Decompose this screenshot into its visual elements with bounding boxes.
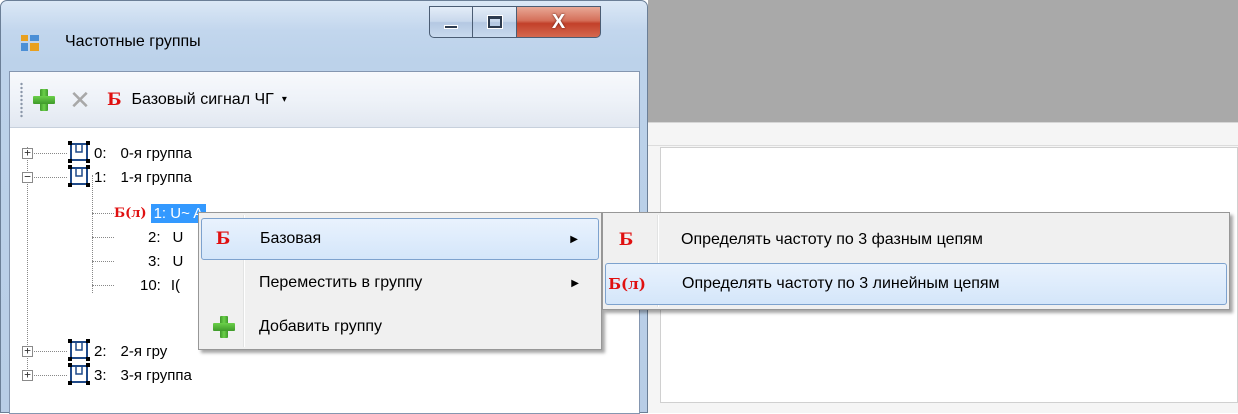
- signal-number: 10:: [140, 276, 161, 294]
- chevron-down-icon: ▾: [281, 94, 287, 105]
- background-divider: [648, 145, 1238, 146]
- group-number: 0:: [94, 144, 107, 162]
- expand-icon[interactable]: +: [22, 345, 33, 357]
- plus-icon: [33, 88, 55, 111]
- plus-icon: [207, 316, 241, 338]
- group-icon: [68, 363, 90, 385]
- base-letter-icon: Б: [215, 229, 231, 249]
- menu-item-base[interactable]: Б Базовая ▶: [201, 218, 599, 260]
- group-icon: [68, 339, 90, 361]
- group-icon: [68, 165, 90, 187]
- tree-node-group[interactable]: 0: 0-я группа: [94, 141, 192, 165]
- window-title: Частотные группы: [65, 33, 201, 50]
- menu-item-label: Определять частоту по 3 линейным цепям: [682, 275, 1000, 292]
- group-label: 2-я гру: [120, 342, 168, 360]
- tree-line: [92, 261, 114, 262]
- caption-buttons: X: [429, 6, 601, 38]
- x-icon: ✕: [69, 84, 91, 115]
- tree-line: [92, 213, 114, 214]
- base-letter-icon: Б: [107, 89, 122, 110]
- group-label: 3-я группа: [120, 366, 192, 384]
- tree-node-group[interactable]: 2: 2-я гру: [94, 339, 167, 363]
- base-linear-icon: Б(л): [114, 205, 147, 221]
- tree-line: [92, 285, 114, 286]
- signal-number: 1:: [153, 204, 167, 222]
- group-number: 3:: [94, 366, 107, 384]
- tree-node-group[interactable]: 3: 3-я группа: [94, 363, 192, 387]
- group-label: 0-я группа: [120, 144, 192, 162]
- add-button[interactable]: [29, 85, 59, 115]
- menu-item-move-to-group[interactable]: Переместить в группу ▶: [201, 262, 599, 304]
- menu-item-label: Переместить в группу: [259, 274, 423, 291]
- tree-node-signal[interactable]: Б(л) 1: U~ A: [114, 201, 207, 225]
- close-button[interactable]: X: [517, 6, 601, 38]
- signal-name: U: [172, 252, 184, 270]
- minimize-button[interactable]: [429, 6, 473, 38]
- collapse-icon[interactable]: −: [22, 171, 33, 183]
- tree-line: [92, 237, 114, 238]
- expand-icon[interactable]: +: [22, 369, 33, 381]
- expand-icon[interactable]: +: [22, 147, 33, 159]
- toolbar: ✕ Б Базовый сигнал ЧГ ▾: [10, 72, 639, 128]
- app-icon: [21, 35, 39, 51]
- signal-name: I(: [170, 276, 181, 294]
- base-letter-icon: Б: [618, 230, 634, 250]
- tree-line: [27, 177, 67, 178]
- tree-node-group[interactable]: 1: 1-я группа: [94, 165, 192, 189]
- tree-node-signal[interactable]: 3: U: [148, 249, 183, 273]
- tree-line: [27, 153, 67, 154]
- group-icon: [68, 141, 90, 163]
- group-label: 1-я группа: [120, 168, 192, 186]
- base-signal-label: Базовый сигнал ЧГ: [131, 90, 274, 108]
- signal-number: 2:: [148, 228, 161, 246]
- tree-node-signal[interactable]: 2: U: [148, 225, 183, 249]
- maximize-icon: [487, 16, 502, 28]
- submenu-arrow-icon: ▶: [570, 233, 578, 245]
- menu-item-label: Базовая: [260, 230, 322, 247]
- menu-item-label: Определять частоту по 3 фазным цепям: [681, 231, 983, 248]
- tree-line: [27, 351, 67, 352]
- minimize-icon: [444, 25, 458, 29]
- menu-item-add-group[interactable]: Добавить группу: [201, 306, 599, 348]
- menu-item-label: Добавить группу: [259, 318, 383, 335]
- frequency-groups-window: Частотные группы X ✕ Б Базовый сигнал ЧГ…: [0, 0, 648, 414]
- tree-line: [27, 375, 67, 376]
- tree-node-signal[interactable]: 10: I(: [140, 273, 180, 297]
- group-number: 2:: [94, 342, 107, 360]
- delete-button[interactable]: ✕: [65, 85, 95, 115]
- menu-item-linear-circuits[interactable]: Б(л) Определять частоту по 3 линейным це…: [605, 263, 1227, 305]
- base-submenu: Б Определять частоту по 3 фазным цепям Б…: [602, 212, 1230, 310]
- base-linear-icon: Б(л): [608, 275, 646, 293]
- toolbar-grip[interactable]: [20, 81, 23, 118]
- signal-name: U: [172, 228, 184, 246]
- tree-line: [92, 175, 93, 293]
- background-gray-area: [648, 0, 1238, 122]
- signal-number: 3:: [148, 252, 161, 270]
- group-number: 1:: [94, 168, 107, 186]
- context-menu: Б Базовая ▶ Переместить в группу ▶ Добав…: [198, 212, 602, 350]
- maximize-button[interactable]: [473, 6, 517, 38]
- menu-item-phase-circuits[interactable]: Б Определять частоту по 3 фазным цепям: [605, 219, 1227, 261]
- title-bar[interactable]: Частотные группы X: [1, 1, 647, 71]
- close-icon: X: [551, 10, 566, 33]
- submenu-arrow-icon: ▶: [571, 277, 579, 289]
- base-signal-dropdown[interactable]: Б Базовый сигнал ЧГ ▾: [107, 90, 287, 110]
